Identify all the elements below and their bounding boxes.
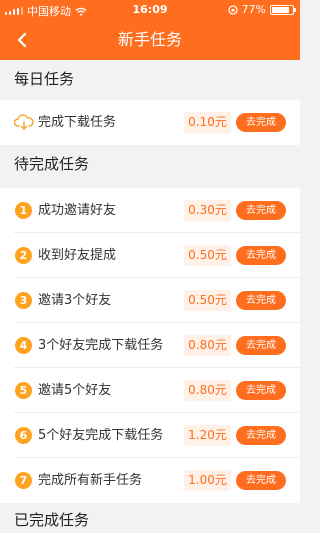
status-right: 77%: [227, 3, 296, 16]
rotation-lock-icon: [227, 4, 238, 15]
task-label: 邀请5个好友: [38, 383, 112, 398]
task-label: 收到好友提成: [38, 248, 117, 263]
battery-percent: 77%: [241, 3, 266, 16]
reward-amount: 1.00元: [184, 470, 231, 491]
download-cloud-icon: [14, 114, 34, 130]
go-complete-button[interactable]: 去完成: [236, 113, 286, 132]
step-number-badge: 4: [15, 337, 32, 354]
section-header-daily: 每日任务: [0, 60, 300, 98]
step-number-badge: 1: [15, 202, 32, 219]
reward-amount: 0.80元: [184, 380, 231, 401]
go-complete-button[interactable]: 去完成: [236, 381, 286, 400]
battery-icon: [270, 4, 296, 15]
task-label: 成功邀请好友: [38, 203, 117, 218]
task-label: 5个好友完成下载任务: [38, 428, 164, 443]
reward-amount: 0.80元: [184, 335, 231, 356]
task-label: 完成所有新手任务: [38, 473, 143, 488]
go-complete-button[interactable]: 去完成: [236, 291, 286, 310]
reward-amount: 0.50元: [184, 290, 231, 311]
task-row: 7 完成所有新手任务 1.00元 去完成: [0, 458, 300, 503]
page-title: 新手任务: [117, 30, 182, 49]
reward-amount: 0.50元: [184, 245, 231, 266]
reward-amount: 1.20元: [184, 425, 231, 446]
step-number-badge: 6: [15, 427, 32, 444]
go-complete-button[interactable]: 去完成: [236, 246, 286, 265]
go-complete-button[interactable]: 去完成: [236, 201, 286, 220]
task-row: 5 邀请5个好友 0.80元 去完成: [0, 368, 300, 413]
step-number-badge: 3: [15, 292, 32, 309]
task-label: 邀请3个好友: [38, 293, 112, 308]
task-label: 完成下载任务: [38, 115, 117, 130]
task-row: 2 收到好友提成 0.50元 去完成: [0, 233, 300, 278]
section-header-completed: 已完成任务: [0, 503, 300, 533]
reward-amount: 0.30元: [184, 200, 231, 221]
task-row: 6 5个好友完成下载任务 1.20元 去完成: [0, 413, 300, 458]
step-number-badge: 7: [15, 472, 32, 489]
task-label: 3个好友完成下载任务: [38, 338, 164, 353]
section-header-pending: 待完成任务: [0, 145, 300, 183]
task-row: 3 邀请3个好友 0.50元 去完成: [0, 278, 300, 323]
task-row-download: 完成下载任务 0.10元 去完成: [0, 100, 300, 145]
task-row: 1 成功邀请好友 0.30元 去完成: [0, 188, 300, 233]
navigation-bar: 新手任务: [0, 20, 300, 60]
step-number-badge: 5: [15, 382, 32, 399]
status-bar: 中国移动 16:09 77%: [0, 0, 300, 20]
go-complete-button[interactable]: 去完成: [236, 471, 286, 490]
task-row: 4 3个好友完成下载任务 0.80元 去完成: [0, 323, 300, 368]
go-complete-button[interactable]: 去完成: [236, 336, 286, 355]
go-complete-button[interactable]: 去完成: [236, 426, 286, 445]
step-number-badge: 2: [15, 247, 32, 264]
reward-amount: 0.10元: [184, 112, 231, 133]
